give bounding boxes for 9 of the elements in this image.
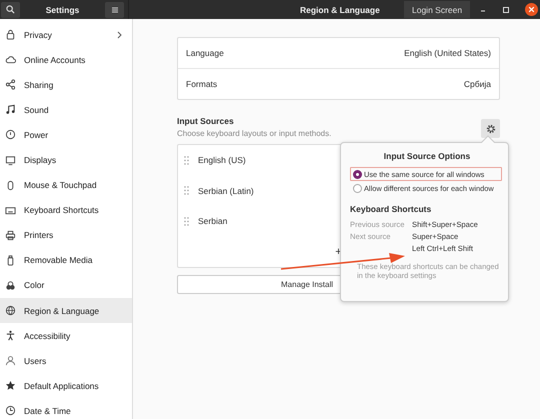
popover-title: Input Source Options [382,151,472,161]
input-source-name: English (US) [198,155,246,166]
page-title: Region & Language [300,4,380,14]
section-subtitle: Choose keyboard layouts or input methods. [177,129,332,138]
input-source-name: Serbian [198,216,228,226]
app-title: Settings [46,4,80,14]
shortcuts-heading: Keyboard Shortcuts [350,204,432,214]
section-title: Input Sources [177,116,235,126]
input-source-name: Serbian (Latin) [198,186,254,196]
